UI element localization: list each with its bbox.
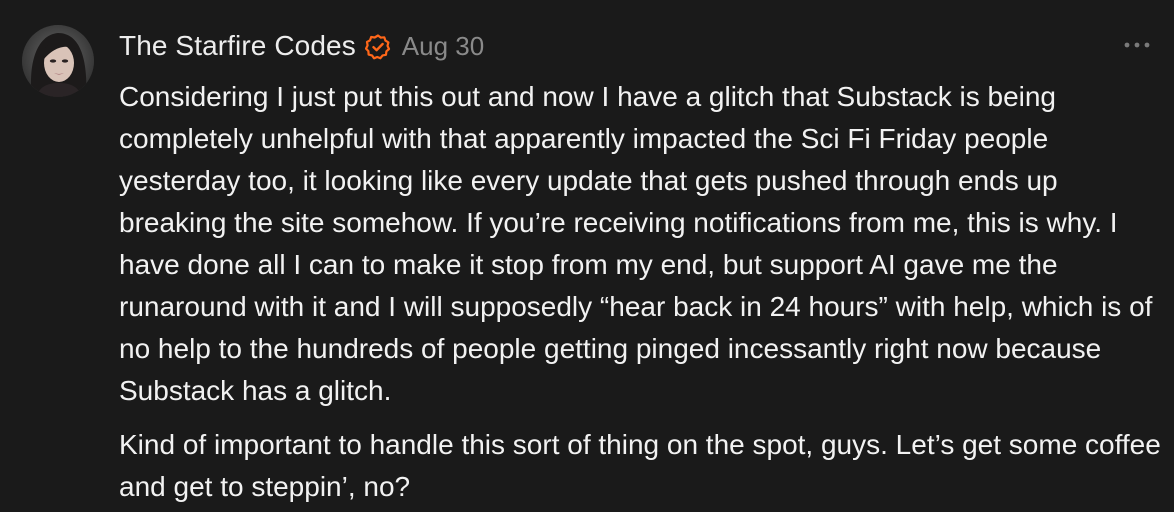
post-header: The Starfire Codes Aug 30 <box>119 28 484 64</box>
more-dots-icon <box>1124 42 1150 48</box>
author-avatar[interactable] <box>22 25 94 97</box>
post-paragraph: Kind of important to handle this sort of… <box>119 429 1161 502</box>
more-options-button[interactable] <box>1122 38 1152 50</box>
post-paragraph: Considering I just put this out and now … <box>119 81 1153 406</box>
author-name[interactable]: The Starfire Codes <box>119 30 356 62</box>
verified-check-icon <box>364 34 391 60</box>
post-date[interactable]: Aug 30 <box>402 31 484 62</box>
post-body: Considering I just put this out and now … <box>119 76 1171 508</box>
note-post: The Starfire Codes Aug 30 Considering I … <box>0 0 1174 512</box>
avatar-photo <box>22 25 94 97</box>
